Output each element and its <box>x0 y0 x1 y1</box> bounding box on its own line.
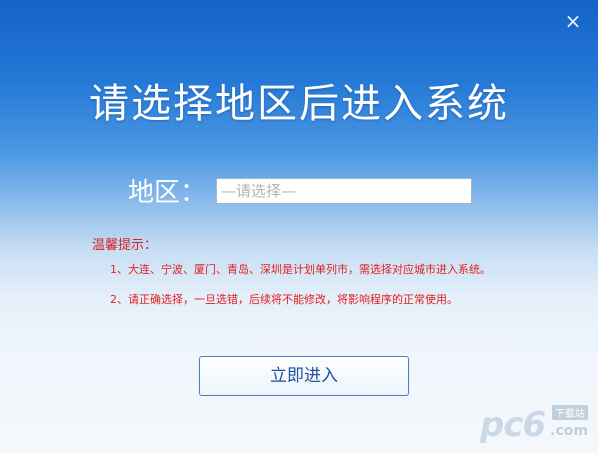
region-label: 地区： <box>128 178 207 208</box>
region-select-window: × 请选择地区后进入系统 地区： —请选择— 温馨提示： 1、大连、宁波、厦门、… <box>0 0 598 453</box>
page-title: 请选择地区后进入系统 <box>89 81 509 127</box>
pc6-watermark-logo: pc6 下载站 .com <box>480 399 590 447</box>
watermark-cn: 下载站 <box>552 405 588 420</box>
close-icon[interactable]: × <box>562 10 584 32</box>
tip-item: 1、大连、宁波、厦门、青岛、深圳是计划单列市，需选择对应城市进入系统。 <box>110 263 491 276</box>
watermark-main: pc6 <box>480 405 546 445</box>
enter-button[interactable]: 立即进入 <box>199 356 409 396</box>
region-dropdown[interactable]: —请选择— <box>216 178 472 204</box>
tip-item: 2、请正确选择，一旦选错，后续将不能修改，将影响程序的正常使用。 <box>110 293 458 306</box>
tips-title: 温馨提示： <box>92 238 158 253</box>
watermark-com: .com <box>550 423 588 439</box>
